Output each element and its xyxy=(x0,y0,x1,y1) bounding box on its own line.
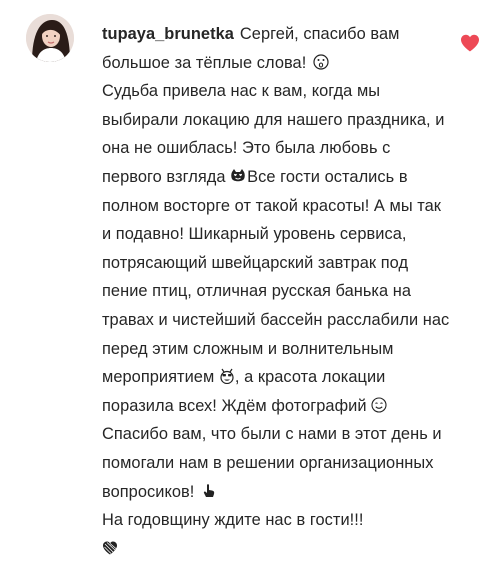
avatar-photo xyxy=(26,14,74,62)
like-button[interactable] xyxy=(460,34,480,52)
comment-line-text: вопросиков! xyxy=(102,482,195,501)
comment-line: вопросиков! xyxy=(102,478,472,507)
comment-line-text: На годовщину ждите нас в гости!!! xyxy=(102,511,364,530)
comment-line: Судьба привела нас к вам, когда мы xyxy=(102,77,472,106)
comment-line-text: мероприятием xyxy=(102,368,215,387)
pointing-hand-icon xyxy=(201,483,217,499)
comment-line: перед этим сложным и волнительным xyxy=(102,335,472,364)
comment-line-text: поразила всех! Ждём фотографий xyxy=(102,396,367,415)
comment-line: и подавно! Шикарный уровень сервиса, xyxy=(102,220,472,249)
comment-line: Спасибо вам, что были с нами в этот день… xyxy=(102,420,472,449)
comment-line: поразила всех! Ждём фотографий xyxy=(102,392,472,421)
comment-line-text: помогали нам в решении организационных xyxy=(102,453,434,472)
smiling-face-icon xyxy=(371,397,387,413)
comment-line-text: и подавно! Шикарный уровень сервиса, xyxy=(102,225,407,244)
comment-line-text: Все гости остались в xyxy=(247,167,408,186)
comment-line xyxy=(102,535,472,564)
comment-text: tupaya_brunetka Сергей, спасибо вам больш… xyxy=(102,20,472,563)
comment-line-text: она не ошиблась! Это была любовь с xyxy=(102,139,391,158)
comment-line: помогали нам в решении организационных xyxy=(102,449,472,478)
comment-line: большое за тёплые слова! xyxy=(102,49,472,78)
surprised-face-icon xyxy=(313,53,329,70)
comment-line: tupaya_brunetka Сергей, спасибо вам xyxy=(102,20,472,49)
comment-line: мероприятием , а красота локации xyxy=(102,363,472,392)
avatar[interactable] xyxy=(26,14,74,62)
comment-line-text: первого взгляда xyxy=(102,167,226,186)
comment-line-text: травах и чистейший бассейн расслабили на… xyxy=(102,310,450,329)
comment-line-text: полном восторге от такой красоты! А мы т… xyxy=(102,196,442,215)
comment-line-text: Сергей, спасибо вам xyxy=(239,25,400,43)
comment-line: она не ошиблась! Это была любовь с xyxy=(102,134,472,163)
username-link[interactable]: tupaya_brunetka xyxy=(102,25,234,43)
party-face-icon xyxy=(219,368,235,385)
comment: tupaya_brunetka Сергей, спасибо вам больш… xyxy=(0,0,501,570)
comment-line: травах и чистейший бассейн расслабили на… xyxy=(102,306,472,335)
comment-line: полном восторге от такой красоты! А мы т… xyxy=(102,192,472,221)
comment-line-text: Судьба привела нас к вам, когда мы xyxy=(102,82,381,101)
comment-line: первого взгляда Все гости остались в xyxy=(102,163,472,192)
comment-line: потрясающий швейцарский завтрак под xyxy=(102,249,472,278)
black-heart-icon xyxy=(102,540,118,556)
comment-line-text: выбирали локацию для нашего праздника, и xyxy=(102,110,445,129)
comment-line-text: , а красота локации xyxy=(234,368,386,387)
comment-line-text: перед этим сложным и волнительным xyxy=(102,339,394,358)
comment-line: выбирали локацию для нашего праздника, и xyxy=(102,106,472,135)
comment-line-text: большое за тёплые слова! xyxy=(102,53,307,72)
heart-icon xyxy=(461,34,479,52)
comment-line-text: Спасибо вам, что были с нами в этот день… xyxy=(102,425,442,444)
comment-line: На годовщину ждите нас в гости!!! xyxy=(102,506,472,535)
comment-line: пение птиц, отличная русская банька на xyxy=(102,277,472,306)
comment-line-text: потрясающий швейцарский завтрак под xyxy=(102,253,409,272)
comment-line-text: пение птиц, отличная русская банька на xyxy=(102,282,412,301)
heart-eyes-cat-icon xyxy=(230,168,246,184)
